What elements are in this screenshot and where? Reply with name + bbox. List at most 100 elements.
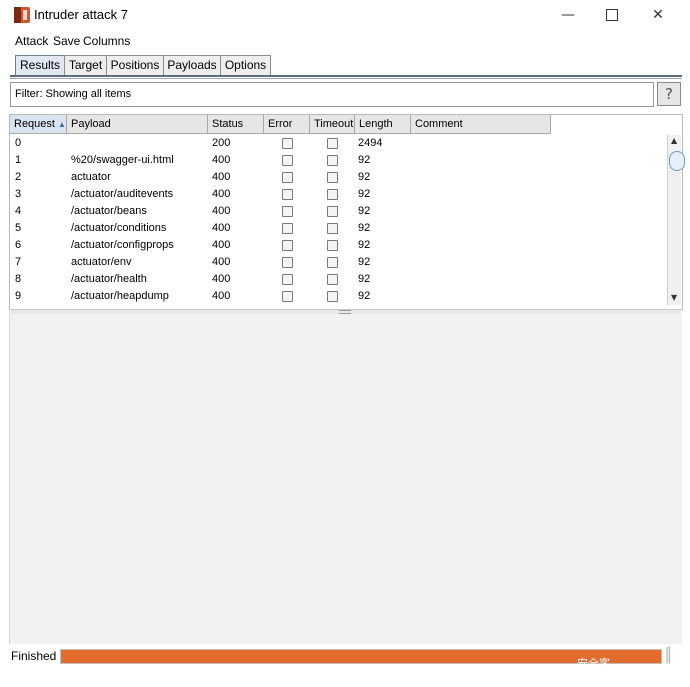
cell-length: 92: [358, 222, 371, 234]
cell-payload: /actuator/health: [71, 273, 147, 285]
maximize-button[interactable]: [589, 0, 635, 30]
cell-length: 92: [358, 171, 371, 183]
cell-request: 3: [15, 188, 22, 200]
cell-status: 400: [212, 273, 231, 285]
minimize-button[interactable]: —: [545, 0, 591, 30]
table-row[interactable]: 2 actuator 400 92: [10, 169, 668, 186]
status-bar: Finished 安全客（www.anquanke.com） ║: [0, 645, 690, 686]
timeout-checkbox[interactable]: [327, 291, 338, 302]
cell-status: 400: [212, 239, 231, 251]
timeout-checkbox[interactable]: [327, 223, 338, 234]
column-header-request[interactable]: Request ▲: [10, 115, 67, 134]
close-button[interactable]: ✕: [635, 0, 681, 30]
timeout-checkbox[interactable]: [327, 138, 338, 149]
cell-request: 2: [15, 171, 22, 183]
table-row[interactable]: 1 %20/swagger-ui.html 400 92: [10, 152, 668, 169]
column-header-status[interactable]: Status: [208, 115, 264, 134]
cell-length: 2494: [358, 137, 383, 149]
cell-length: 92: [358, 188, 371, 200]
progress-fill: [61, 650, 661, 663]
minimize-icon: —: [561, 7, 575, 23]
timeout-checkbox[interactable]: [327, 257, 338, 268]
table-row[interactable]: 0 200 2494: [10, 135, 668, 152]
cell-status: 400: [212, 171, 231, 183]
cell-status: 200: [212, 137, 231, 149]
window-title: Intruder attack 7: [34, 7, 128, 22]
title-bar: Intruder attack 7 — ✕: [0, 0, 690, 30]
scroll-thumb[interactable]: [669, 151, 685, 171]
cell-payload: actuator/env: [71, 256, 132, 268]
menu-attack[interactable]: Attack: [15, 34, 48, 48]
filter-label: Filter: Showing all items: [15, 88, 132, 100]
column-header-length[interactable]: Length: [355, 115, 411, 134]
scroll-up-icon[interactable]: ▲: [671, 136, 677, 145]
table-row[interactable]: 3/actuator/auditevents 400 92: [10, 186, 668, 203]
timeout-checkbox[interactable]: [327, 274, 338, 285]
help-button[interactable]: ?: [657, 82, 681, 106]
cell-request: 5: [15, 222, 22, 234]
filter-bar[interactable]: Filter: Showing all items: [10, 82, 654, 107]
error-checkbox[interactable]: [282, 138, 293, 149]
error-checkbox[interactable]: [282, 206, 293, 217]
tab-options[interactable]: Options: [220, 55, 271, 76]
request-response-pane: [9, 314, 682, 644]
error-checkbox[interactable]: [282, 257, 293, 268]
timeout-checkbox[interactable]: [327, 189, 338, 200]
timeout-checkbox[interactable]: [327, 155, 338, 166]
error-checkbox[interactable]: [282, 240, 293, 251]
menu-save[interactable]: Save: [53, 34, 80, 48]
table-row[interactable]: 4/actuator/beans 400 92: [10, 203, 668, 220]
cell-length: 92: [358, 205, 371, 217]
results-table: Request ▲ Payload Status Error Timeout Le…: [9, 114, 683, 310]
menu-columns[interactable]: Columns: [83, 34, 130, 48]
column-header-payload[interactable]: Payload: [67, 115, 208, 134]
cell-payload: /actuator/conditions: [71, 222, 167, 234]
timeout-checkbox[interactable]: [327, 172, 338, 183]
cell-length: 92: [358, 239, 371, 251]
cell-request: 8: [15, 273, 22, 285]
error-checkbox[interactable]: [282, 274, 293, 285]
scroll-down-icon[interactable]: ▼: [671, 293, 677, 302]
status-text: Finished: [11, 649, 57, 663]
table-row[interactable]: 5/actuator/conditions 400 92: [10, 220, 668, 237]
cell-length: 92: [358, 290, 371, 302]
cell-payload: /actuator/auditevents: [71, 188, 174, 200]
tab-results[interactable]: Results: [15, 55, 65, 76]
tab-target[interactable]: Target: [64, 55, 107, 76]
table-row[interactable]: 9/actuator/heapdump 400 92: [10, 288, 668, 305]
tab-payloads[interactable]: Payloads: [163, 55, 221, 76]
tab-divider-light: [10, 78, 682, 79]
error-checkbox[interactable]: [282, 291, 293, 302]
error-checkbox[interactable]: [282, 223, 293, 234]
cell-request: 7: [15, 256, 22, 268]
cell-request: 6: [15, 239, 22, 251]
tab-positions[interactable]: Positions: [106, 55, 164, 76]
cell-status: 400: [212, 290, 231, 302]
burp-icon: [14, 7, 30, 23]
cell-request: 0: [15, 137, 22, 149]
column-header-comment[interactable]: Comment: [411, 115, 551, 134]
menu-bar: Attack Save Columns: [0, 31, 690, 51]
cell-length: 92: [358, 273, 371, 285]
resize-grip-icon[interactable]: ║: [664, 648, 672, 664]
cell-request: 9: [15, 290, 22, 302]
table-row[interactable]: 7 actuator/env 400 92: [10, 254, 668, 271]
sort-ascending-icon: ▲: [57, 120, 66, 129]
cell-payload: /actuator/beans: [71, 205, 147, 217]
column-header-timeout[interactable]: Timeout: [310, 115, 355, 134]
column-header-error[interactable]: Error: [264, 115, 310, 134]
vertical-scrollbar[interactable]: ▲ ▼: [667, 135, 685, 305]
timeout-checkbox[interactable]: [327, 240, 338, 251]
error-checkbox[interactable]: [282, 172, 293, 183]
cell-payload: actuator: [71, 171, 111, 183]
timeout-checkbox[interactable]: [327, 206, 338, 217]
table-row[interactable]: 8/actuator/health 400 92: [10, 271, 668, 288]
close-icon: ✕: [652, 7, 664, 23]
cell-status: 400: [212, 188, 231, 200]
error-checkbox[interactable]: [282, 155, 293, 166]
error-checkbox[interactable]: [282, 189, 293, 200]
cell-length: 92: [358, 154, 371, 166]
cell-status: 400: [212, 205, 231, 217]
progress-bar: 安全客（www.anquanke.com）: [60, 649, 690, 686]
table-row[interactable]: 6/actuator/configprops 400 92: [10, 237, 668, 254]
